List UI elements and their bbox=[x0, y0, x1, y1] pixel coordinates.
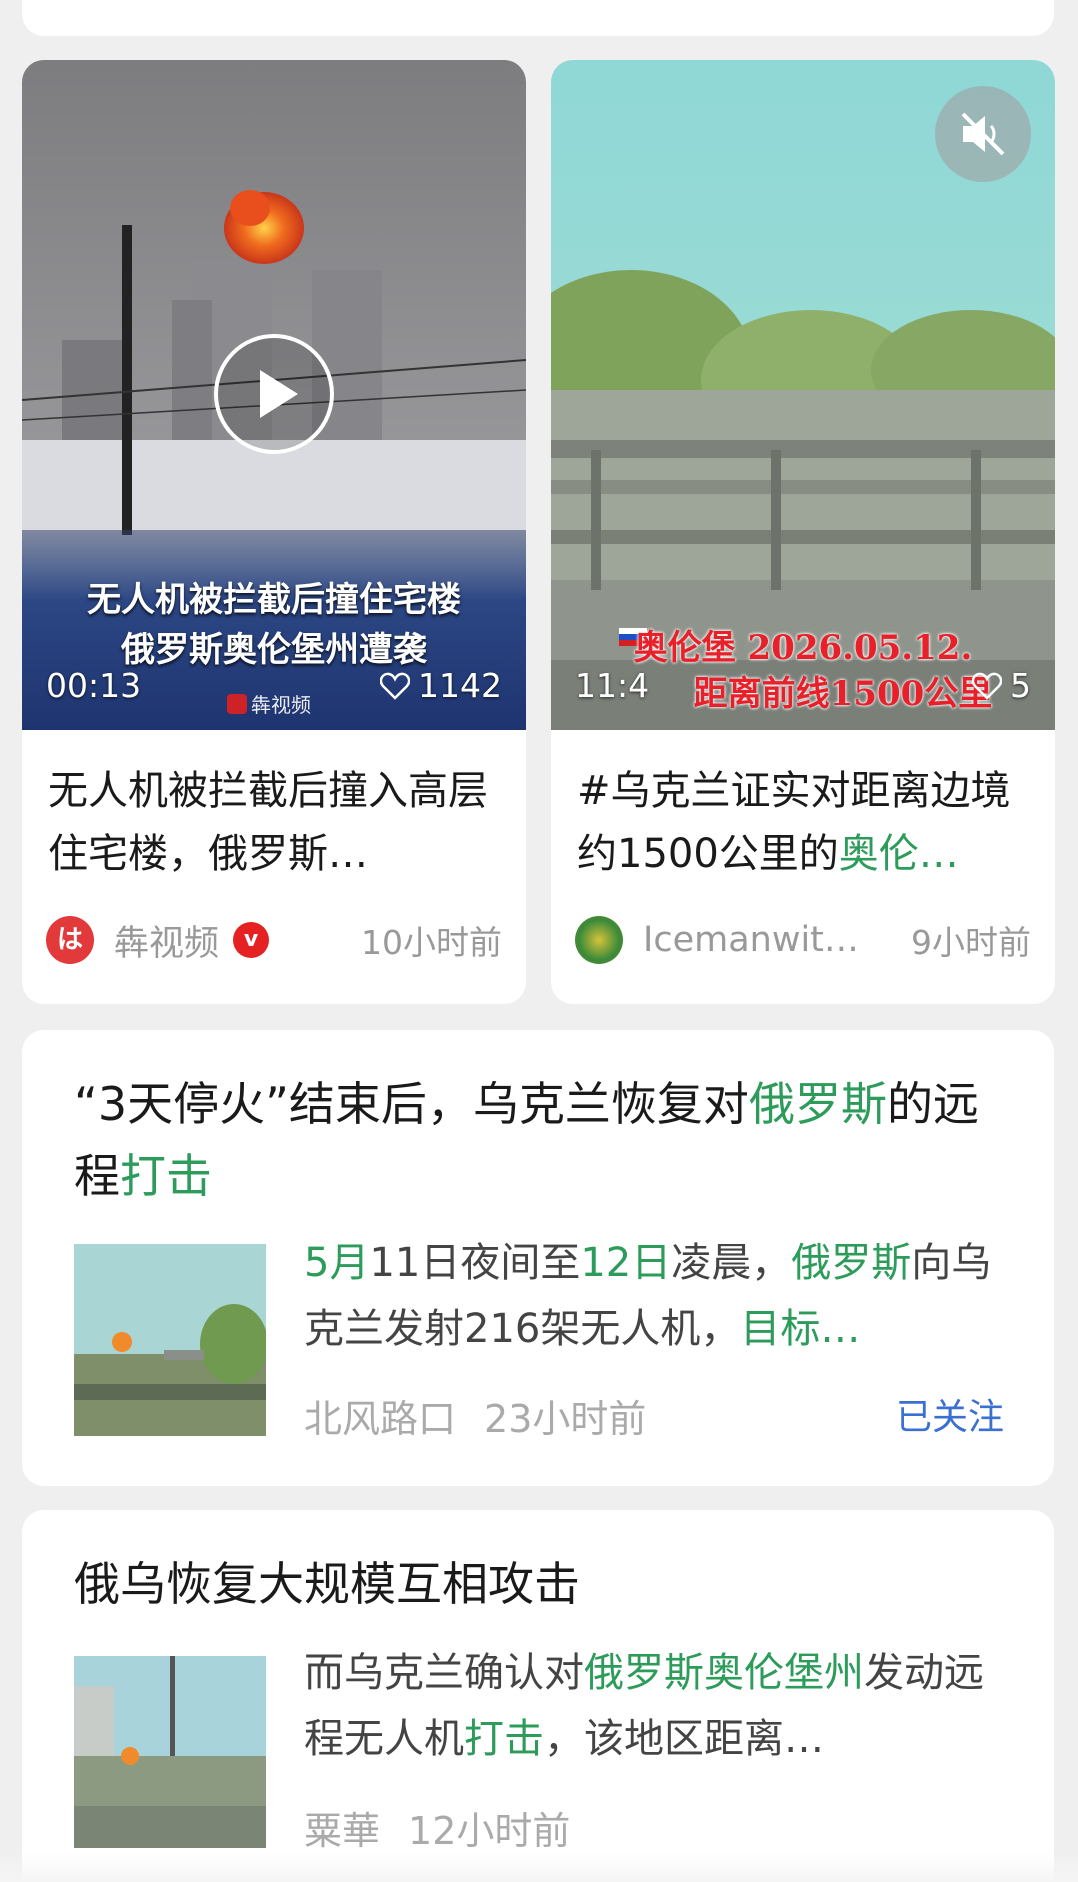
video-title[interactable]: 无人机被拦截后撞入高层住宅楼，俄罗斯… bbox=[48, 760, 498, 886]
like-count-value: 1142 bbox=[418, 666, 502, 705]
summary-highlight: 打击 bbox=[464, 1716, 544, 1762]
article-title[interactable]: 俄乌恢复大规模互相攻击 bbox=[74, 1548, 994, 1620]
like-count: 5 bbox=[972, 666, 1031, 705]
article-summary: 5月11日夜间至12日凌晨，俄罗斯向乌克兰发射216架无人机，目标… bbox=[304, 1230, 1004, 1362]
video-thumbnail[interactable]: 奥伦堡 2026.05.12. 距离前线1500公里 11:4 5 bbox=[551, 60, 1055, 730]
play-button[interactable] bbox=[214, 334, 334, 454]
article-source[interactable]: 北风路口 bbox=[304, 1388, 456, 1443]
summary-highlight: 俄罗斯 bbox=[791, 1240, 912, 1286]
mute-button[interactable] bbox=[935, 86, 1031, 182]
video-duration: 00:13 bbox=[46, 666, 142, 705]
article-card-2[interactable]: 俄乌恢复大规模互相攻击 而乌克兰确认对俄罗斯奥伦堡州发动远程无人机打击，该地区距… bbox=[22, 1510, 1054, 1882]
overlay-caption-line2: 俄罗斯奥伦堡州遭袭 bbox=[121, 630, 427, 670]
video-title[interactable]: #乌克兰证实对距离边境约1500公里的奥伦… bbox=[577, 760, 1027, 886]
summary-text: ，该地区距离… bbox=[544, 1716, 824, 1762]
author-name[interactable]: 犇视频 bbox=[114, 915, 219, 966]
article-summary: 而乌克兰确认对俄罗斯奥伦堡州发动远程无人机打击，该地区距离… bbox=[304, 1640, 1004, 1772]
like-count-value: 5 bbox=[1010, 666, 1031, 705]
summary-text: 凌晨， bbox=[671, 1240, 792, 1286]
bottom-fade bbox=[0, 1852, 1078, 1882]
article-title-text: “3天停火”结束后，乌克兰恢复对 bbox=[74, 1077, 749, 1131]
article-source[interactable]: 粟華 bbox=[304, 1800, 380, 1855]
post-time: 9小时前 bbox=[911, 923, 1031, 962]
summary-highlight: 5月 bbox=[304, 1240, 370, 1286]
article-thumbnail[interactable] bbox=[74, 1656, 266, 1848]
summary-highlight: 12日 bbox=[580, 1240, 672, 1286]
overlay-caption-line1: 无人机被拦截后撞住宅楼 bbox=[87, 580, 461, 620]
overlay-caption-line1: 奥伦堡 2026.05.12. bbox=[633, 628, 973, 668]
video-card-1[interactable]: 无人机被拦截后撞住宅楼 俄罗斯奥伦堡州遭袭 犇视频 00:13 1142 无人机… bbox=[22, 60, 526, 1004]
video-duration: 11:4 bbox=[575, 666, 650, 705]
avatar[interactable]: は bbox=[46, 916, 94, 964]
summary-text: 而乌克兰确认对 bbox=[304, 1650, 584, 1696]
video-thumbnail[interactable]: 无人机被拦截后撞住宅楼 俄罗斯奥伦堡州遭袭 犇视频 00:13 1142 bbox=[22, 60, 526, 730]
verified-badge: v bbox=[233, 922, 270, 958]
article-meta: 北风路口 23小时前 已关注 bbox=[304, 1388, 1004, 1443]
avatar[interactable] bbox=[575, 916, 623, 964]
heart-icon bbox=[380, 672, 411, 700]
video-footer: Icemanwit… 9小时前 bbox=[575, 910, 1031, 970]
article-time: 23小时前 bbox=[484, 1397, 647, 1441]
mute-icon bbox=[961, 112, 1005, 156]
author-name[interactable]: Icemanwit… bbox=[643, 920, 859, 960]
video-card-2[interactable]: 奥伦堡 2026.05.12. 距离前线1500公里 11:4 5 #乌克兰证实… bbox=[551, 60, 1055, 1004]
summary-highlight: 目标… bbox=[740, 1306, 861, 1352]
article-card-1[interactable]: “3天停火”结束后，乌克兰恢复对俄罗斯的远程打击 5月11日夜间至12日凌晨，俄… bbox=[22, 1030, 1054, 1486]
article-title[interactable]: “3天停火”结束后，乌克兰恢复对俄罗斯的远程打击 bbox=[74, 1068, 994, 1212]
article-thumbnail[interactable] bbox=[74, 1244, 266, 1436]
video-footer: は 犇视频 v 10小时前 bbox=[46, 910, 502, 970]
post-time: 10小时前 bbox=[361, 923, 502, 962]
article-title-highlight: 打击 bbox=[120, 1149, 212, 1203]
article-thumbnail-image bbox=[74, 1656, 266, 1848]
heart-icon bbox=[972, 672, 1002, 700]
video-meta-overlay: 00:13 1142 bbox=[46, 666, 502, 708]
video-title-highlight: 奥伦… bbox=[838, 831, 959, 877]
article-title-highlight: 俄罗斯 bbox=[748, 1077, 887, 1131]
video-meta-overlay: 11:4 5 bbox=[575, 666, 1031, 708]
summary-highlight: 俄罗斯奥伦堡州 bbox=[584, 1650, 864, 1696]
summary-text: 11日夜间至 bbox=[369, 1240, 581, 1286]
article-time: 12小时前 bbox=[408, 1809, 571, 1853]
play-icon bbox=[260, 370, 298, 418]
like-count: 1142 bbox=[380, 666, 502, 705]
previous-card bbox=[22, 0, 1054, 36]
article-meta: 粟華 12小时前 bbox=[304, 1800, 1004, 1855]
follow-status[interactable]: 已关注 bbox=[896, 1388, 1004, 1443]
article-thumbnail-image bbox=[74, 1244, 266, 1436]
